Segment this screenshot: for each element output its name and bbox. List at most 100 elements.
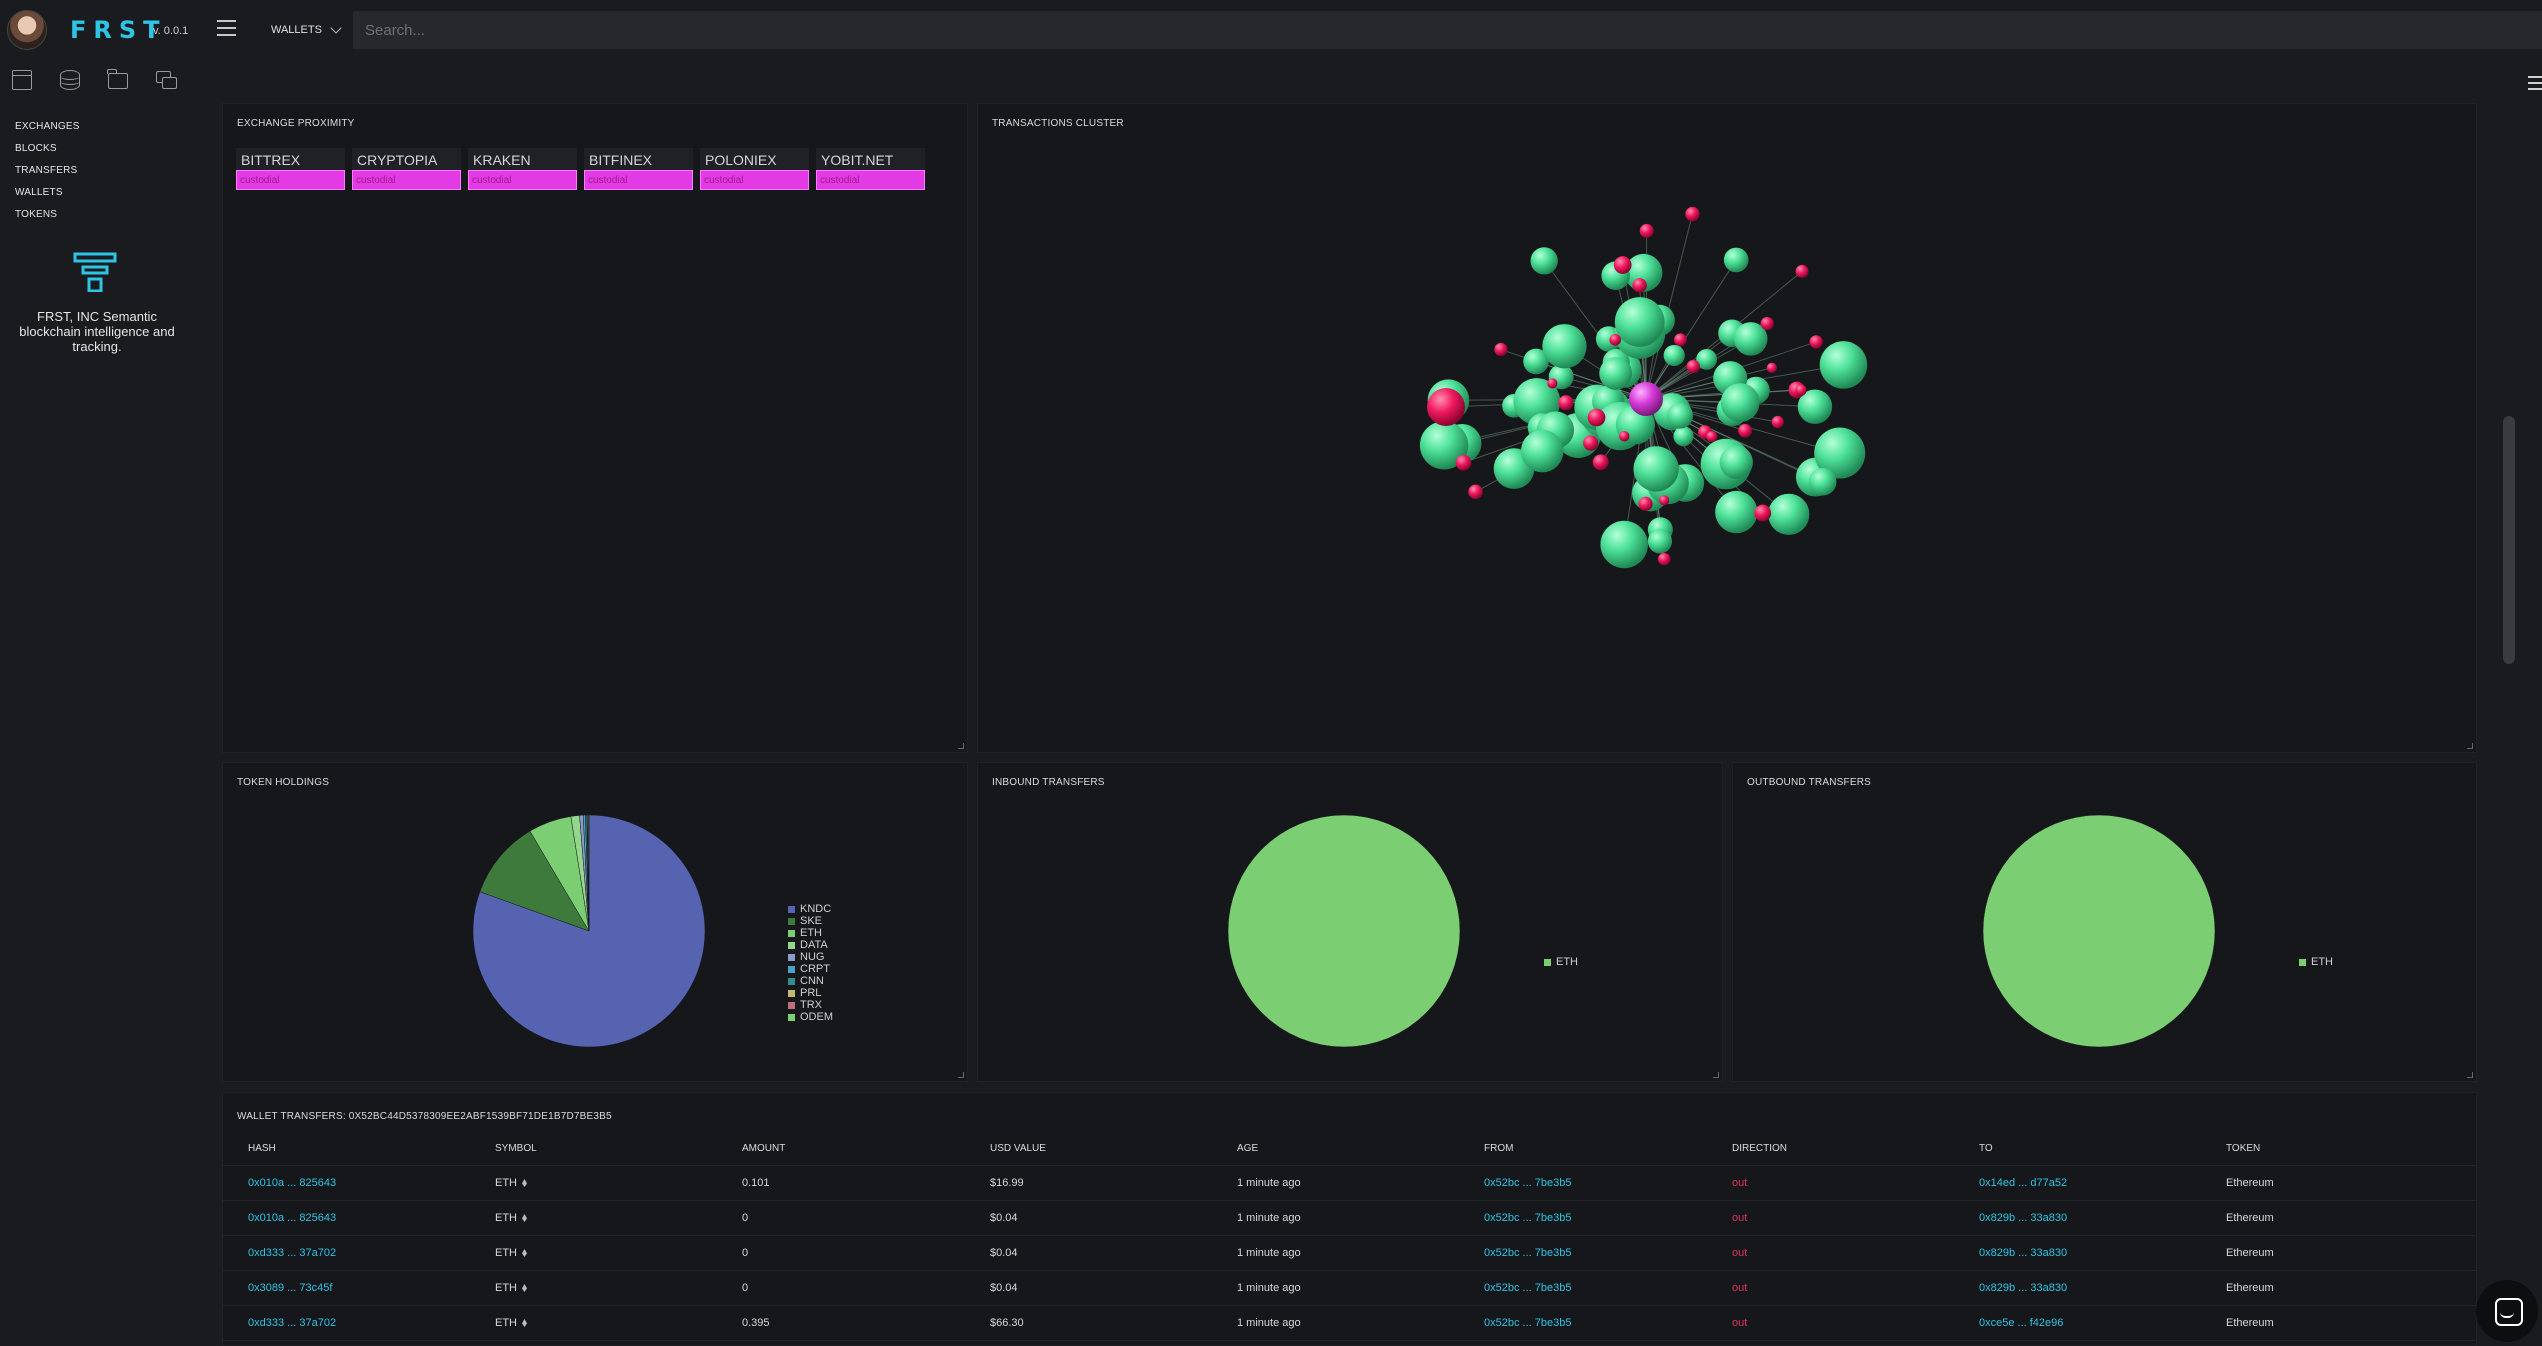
from-address-link[interactable]: 0x52bc ... 7be3b5 [1484,1271,1571,1306]
resize-handle[interactable] [958,1072,964,1078]
cluster-node-green[interactable] [1720,383,1760,422]
cluster-node-green[interactable] [1599,356,1633,390]
to-address-link[interactable]: 0x829b ... 33a830 [1979,1271,2067,1306]
column-header[interactable]: TO [1979,1131,1993,1166]
cluster-node-green[interactable] [1520,429,1564,473]
exchange-card[interactable]: KRAKEN custodial [468,148,577,190]
legend-item[interactable]: TRX [788,999,833,1011]
cluster-node-red[interactable] [1455,454,1472,471]
cluster-node-red[interactable] [1738,423,1752,438]
scrollbar[interactable] [2503,416,2515,664]
sidebar-item-transfers[interactable]: TRANSFERS [15,164,80,186]
pie-slice-eth[interactable] [1982,814,2216,1048]
hash-link[interactable]: 0xd333 ... 37a702 [248,1306,336,1341]
cluster-node-green[interactable] [1633,446,1679,492]
legend-item[interactable]: CRPT [788,963,833,975]
cluster-node-red[interactable] [1587,408,1606,427]
cluster-node-red[interactable] [1658,552,1671,566]
token-holdings-pie[interactable] [223,763,969,1083]
cluster-node-red[interactable] [1766,362,1777,374]
column-header[interactable]: DIRECTION [1732,1131,1787,1166]
chat-support-icon[interactable] [2476,1280,2538,1342]
cluster-node-red[interactable] [1685,206,1700,222]
cluster-node-red[interactable] [1547,378,1558,389]
cluster-node-red[interactable] [1795,384,1807,396]
filter-icon[interactable] [2528,76,2542,92]
cluster-node-red[interactable] [1639,223,1654,238]
legend-item[interactable]: ETH [1544,956,1578,968]
cluster-node-red[interactable] [1613,256,1632,274]
cluster-node-red[interactable] [1706,431,1718,443]
outbound-transfers-pie[interactable] [1733,763,2478,1083]
cluster-node-green[interactable] [1723,247,1749,273]
cluster-center-node[interactable] [1629,382,1663,416]
cluster-node-red[interactable] [1583,435,1599,451]
table-row[interactable]: 0xd333 ... 37a702 ETH 0.395 $66.30 1 min… [223,1306,2476,1341]
resize-handle[interactable] [1713,1072,1719,1078]
legend-item[interactable]: ETH [788,927,833,939]
wallets-dropdown[interactable]: WALLETS [271,21,342,36]
inbound-transfers-pie[interactable] [978,763,1724,1083]
cluster-node-red[interactable] [1427,388,1465,426]
cluster-node-red[interactable] [1609,334,1621,346]
from-address-link[interactable]: 0x52bc ... 7be3b5 [1484,1236,1571,1271]
sidebar-item-blocks[interactable]: BLOCKS [15,142,80,164]
legend-item[interactable]: SKE [788,915,833,927]
cluster-node-red[interactable] [1771,415,1784,429]
database-icon[interactable] [60,70,80,90]
table-row[interactable]: 0x010a ... 825643 ETH 0.101 $16.99 1 min… [223,1166,2476,1201]
cluster-node-green[interactable] [1715,490,1758,534]
table-row[interactable]: 0xd333 ... 37a702 ETH 0 $0.04 1 minute a… [223,1236,2476,1271]
cluster-node-red[interactable] [1558,395,1574,411]
cluster-node-green[interactable] [1530,247,1558,275]
cluster-node-green[interactable] [1808,467,1837,496]
hash-link[interactable]: 0x3089 ... 73c45f [248,1271,332,1306]
hash-link[interactable]: 0x010a ... 825643 [248,1166,336,1201]
legend-item[interactable]: ETH [2299,956,2333,968]
cluster-node-green[interactable] [1663,344,1685,367]
sidebar-item-wallets[interactable]: WALLETS [15,186,80,208]
legend-item[interactable]: KNDC [788,903,833,915]
resize-handle[interactable] [2467,743,2473,749]
cluster-node-red[interactable] [1760,316,1774,331]
to-address-link[interactable]: 0xce5e ... f42e96 [1979,1306,2063,1341]
column-header[interactable]: HASH [248,1131,276,1166]
cluster-node-green[interactable] [1600,520,1648,569]
cluster-node-green[interactable] [1666,402,1693,429]
hash-link[interactable]: 0x010a ... 825643 [248,1201,336,1236]
cluster-node-red[interactable] [1619,430,1630,442]
cluster-node-green[interactable] [1673,426,1694,447]
exchange-card[interactable]: YOBIT.NET custodial [816,148,925,190]
exchange-card[interactable]: CRYPTOPIA custodial [352,148,461,190]
from-address-link[interactable]: 0x52bc ... 7be3b5 [1484,1166,1571,1201]
cluster-node-green[interactable] [1819,341,1868,389]
sidebar-item-exchanges[interactable]: EXCHANGES [15,120,80,142]
cluster-node-red[interactable] [1795,264,1809,278]
exchange-card[interactable]: BITFINEX custodial [584,148,693,190]
to-address-link[interactable]: 0x829b ... 33a830 [1979,1201,2067,1236]
from-address-link[interactable]: 0x52bc ... 7be3b5 [1484,1306,1571,1341]
cluster-node-green[interactable] [1647,529,1673,554]
cluster-node-red[interactable] [1754,504,1772,522]
column-header[interactable]: FROM [1484,1131,1513,1166]
legend-item[interactable]: PRL [788,987,833,999]
cluster-node-green[interactable] [1614,297,1665,347]
cluster-node-red[interactable] [1468,484,1483,500]
to-address-link[interactable]: 0x829b ... 33a830 [1979,1236,2067,1271]
cluster-node-red[interactable] [1686,359,1700,374]
legend-item[interactable]: ODEM [788,1011,833,1023]
cluster-node-red[interactable] [1632,278,1647,293]
column-header[interactable]: SYMBOL [495,1131,537,1166]
resize-handle[interactable] [958,743,964,749]
from-address-link[interactable]: 0x52bc ... 7be3b5 [1484,1201,1571,1236]
hash-link[interactable]: 0xd333 ... 37a702 [248,1236,336,1271]
folder-icon[interactable] [107,69,128,89]
cluster-node-green[interactable] [1542,324,1587,369]
sidebar-item-tokens[interactable]: TOKENS [15,208,80,230]
menu-icon[interactable] [217,20,236,36]
cluster-node-red[interactable] [1494,342,1508,357]
chat-icon[interactable] [156,70,177,90]
legend-item[interactable]: NUG [788,951,833,963]
to-address-link[interactable]: 0x14ed ... d77a52 [1979,1166,2067,1201]
table-row[interactable]: 0x010a ... 825643 ETH 0 $0.04 1 minute a… [223,1201,2476,1236]
